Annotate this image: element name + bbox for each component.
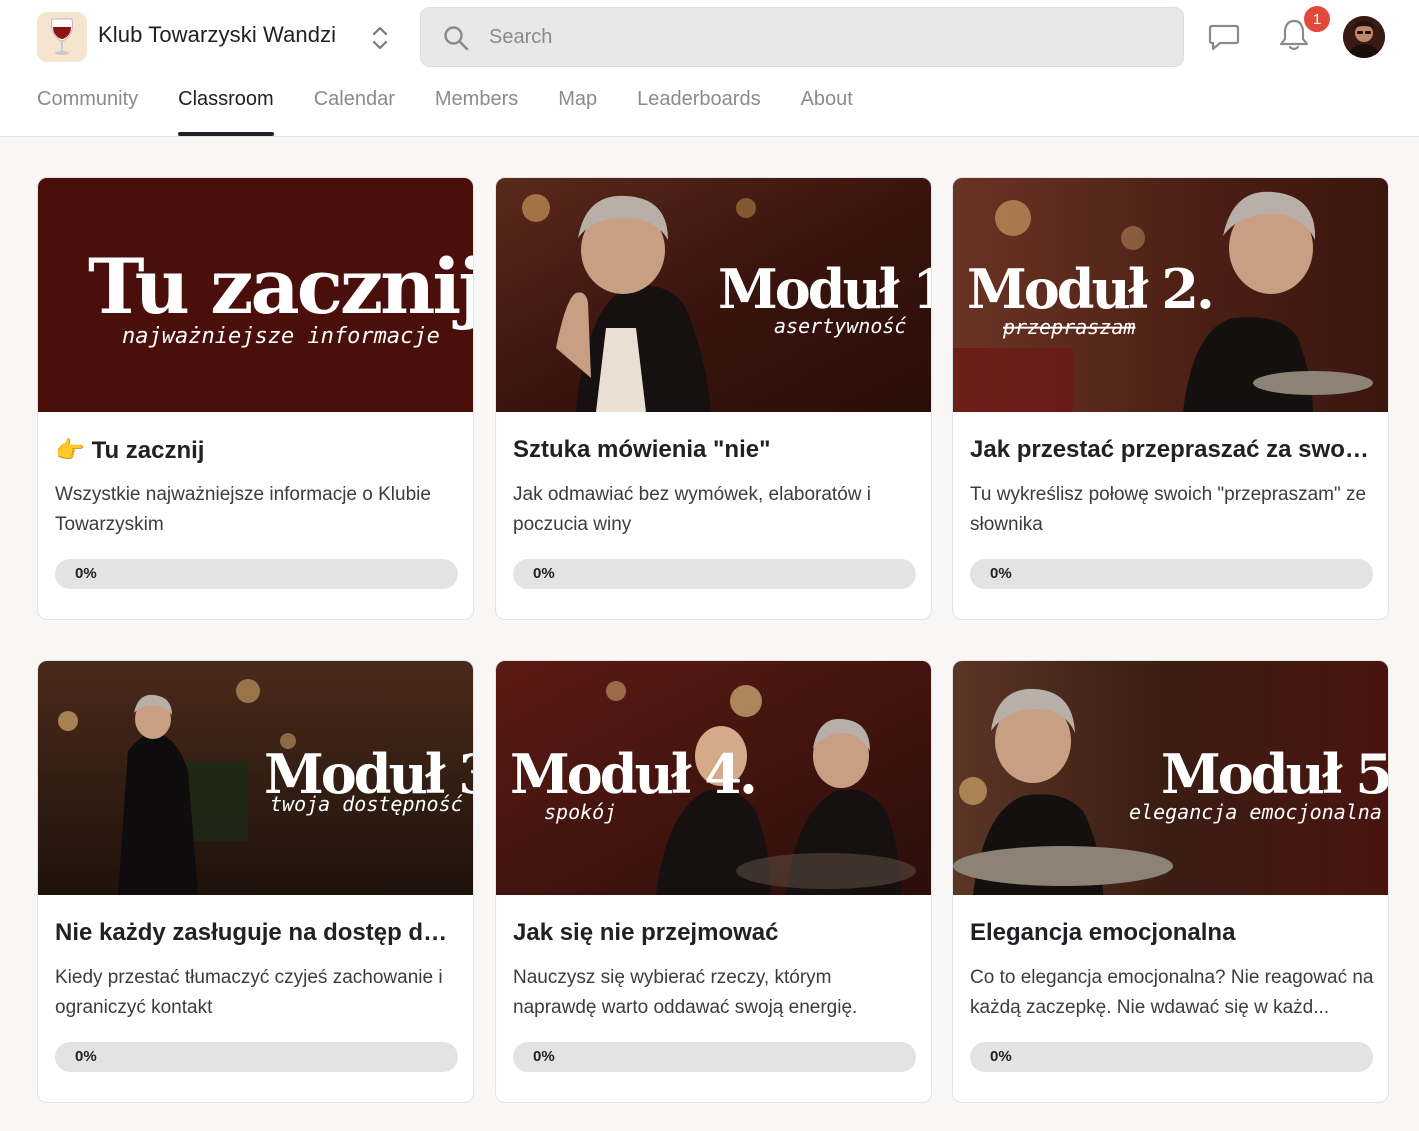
search-bar[interactable] — [420, 7, 1184, 67]
progress-bar: 0% — [970, 559, 1373, 589]
progress-label: 0% — [75, 1048, 97, 1065]
cover-subtitle: przepraszam — [1002, 315, 1135, 339]
cover-subtitle: asertywność — [774, 314, 906, 338]
cover-subtitle: elegancja emocjonalna — [1129, 800, 1382, 824]
course-card[interactable]: Moduł 4. spokój Jak się nie przejmować N… — [495, 660, 932, 1103]
chat-icon[interactable] — [1208, 22, 1240, 52]
course-cover[interactable]: Moduł 2. przepraszam — [953, 178, 1388, 412]
progress-bar: 0% — [970, 1042, 1373, 1072]
tab-members[interactable]: Members — [435, 88, 518, 136]
cover-title: Moduł 1. — [718, 257, 932, 321]
cover-subtitle: najważniejsze informacje — [122, 324, 440, 349]
progress-label: 0% — [533, 565, 555, 582]
cover-title: Moduł 2. — [967, 257, 1212, 321]
course-description: Jak odmawiać bez wymówek, elaboratów i p… — [513, 484, 871, 535]
course-cover[interactable]: Moduł 4. spokój — [496, 661, 931, 895]
course-card[interactable]: Moduł 3. twoja dostępność Nie każdy zasł… — [37, 660, 474, 1103]
course-cover-image: Moduł 4. spokój — [496, 661, 931, 895]
group-logo[interactable] — [37, 12, 87, 62]
course-description: Wszystkie najważniejsze informacje o Klu… — [55, 484, 431, 535]
course-title[interactable]: 👉 Tu zacznij — [55, 436, 455, 465]
progress-bar: 0% — [513, 1042, 916, 1072]
progress-bar: 0% — [55, 1042, 458, 1072]
course-card[interactable]: Moduł 2. przepraszam Jak przestać przepr… — [952, 177, 1389, 620]
course-title[interactable]: Elegancja emocjonalna — [970, 919, 1370, 947]
tab-calendar[interactable]: Calendar — [314, 88, 395, 136]
course-card[interactable]: Moduł 5. elegancja emocjonalna Elegancja… — [952, 660, 1389, 1103]
course-description: Tu wykreślisz połowę swoich "przepraszam… — [970, 484, 1367, 535]
course-cover[interactable]: Moduł 1. asertywność — [496, 178, 932, 412]
course-title[interactable]: Nie każdy zasługuje na dostęp do ... — [55, 919, 455, 947]
cover-title: Moduł 5. — [1161, 742, 1389, 806]
course-card[interactable]: Moduł 1. asertywność Sztuka mówienia "ni… — [495, 177, 932, 620]
course-cover[interactable]: Tu zacznij najważniejsze informacje — [38, 178, 474, 412]
course-card[interactable]: Tu zacznij najważniejsze informacje 👉 Tu… — [37, 177, 474, 620]
tab-leaderboards[interactable]: Leaderboards — [637, 88, 760, 136]
course-cover-image: Moduł 3. twoja dostępność — [38, 661, 473, 895]
progress-bar: 0% — [55, 559, 458, 589]
course-title[interactable]: Jak przestać przepraszać za swoj... — [970, 436, 1370, 464]
pointing-hand-icon: 👉 — [55, 437, 85, 464]
tab-classroom[interactable]: Classroom — [178, 88, 274, 136]
course-description: Nauczysz się wybierać rzeczy, którym nap… — [513, 967, 858, 1018]
course-cover-image: Tu zacznij najważniejsze informacje — [38, 178, 474, 412]
course-title-text: Tu zacznij — [91, 437, 205, 464]
search-input[interactable] — [489, 8, 1159, 66]
course-description: Co to elegancja emocjonalna? Nie reagowa… — [970, 967, 1374, 1018]
cover-subtitle: twoja dostępność — [270, 792, 463, 816]
user-avatar[interactable] — [1343, 16, 1385, 58]
cover-title: Tu zacznij — [88, 242, 474, 331]
course-title[interactable]: Sztuka mówienia "nie" — [513, 436, 913, 464]
course-description: Kiedy przestać tłumaczyć czyjeś zachowan… — [55, 967, 443, 1018]
progress-label: 0% — [990, 565, 1012, 582]
main-nav: Community Classroom Calendar Members Map… — [37, 88, 893, 136]
progress-bar: 0% — [513, 559, 916, 589]
progress-label: 0% — [75, 565, 97, 582]
cover-subtitle: spokój — [544, 800, 616, 824]
course-title[interactable]: Jak się nie przejmować — [513, 919, 913, 947]
course-cover-image: Moduł 5. elegancja emocjonalna — [953, 661, 1389, 895]
course-cover[interactable]: Moduł 3. twoja dostępność — [38, 661, 473, 895]
course-cover-image: Moduł 2. przepraszam — [953, 178, 1388, 412]
top-header: Klub Towarzyski Wandzi 1 Community Class… — [0, 0, 1419, 137]
cover-title: Moduł 4. — [510, 742, 755, 806]
progress-label: 0% — [533, 1048, 555, 1065]
avatar-portrait-icon — [1343, 16, 1385, 58]
tab-community[interactable]: Community — [37, 88, 138, 136]
course-cover[interactable]: Moduł 5. elegancja emocjonalna — [953, 661, 1389, 895]
wine-glass-icon — [51, 18, 73, 55]
notification-badge[interactable]: 1 — [1302, 4, 1332, 34]
chevron-up-down-icon[interactable] — [370, 24, 390, 52]
search-icon — [444, 26, 469, 51]
tab-about[interactable]: About — [801, 88, 853, 136]
course-cover-image: Moduł 1. asertywność — [496, 178, 932, 412]
tab-map[interactable]: Map — [558, 88, 597, 136]
group-name[interactable]: Klub Towarzyski Wandzi — [98, 22, 336, 48]
progress-label: 0% — [990, 1048, 1012, 1065]
